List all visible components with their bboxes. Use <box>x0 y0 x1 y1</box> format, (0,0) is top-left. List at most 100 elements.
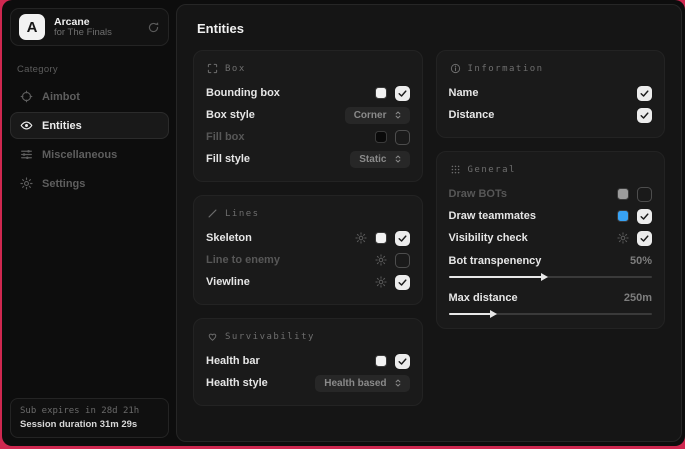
refresh-icon[interactable] <box>147 21 160 34</box>
subscription-info-card: Sub expires in 28d 21h Session duration … <box>10 398 169 438</box>
fill-box-checkbox[interactable] <box>395 130 410 145</box>
information-section-card: Information Name Distance <box>436 50 666 138</box>
sidebar-item-label: Aimbot <box>42 91 80 103</box>
section-title: General <box>468 165 516 175</box>
slider-thumb[interactable] <box>541 273 548 281</box>
setting-row-draw-bots: Draw BOTs <box>449 183 653 205</box>
gear-icon <box>20 177 33 190</box>
sidebar-item-entities[interactable]: Entities <box>10 112 169 139</box>
setting-label: Distance <box>449 109 495 121</box>
lines-section-card: Lines Skeleton Line to en <box>193 195 423 305</box>
corner-brackets-icon <box>207 63 218 74</box>
setting-label: Name <box>449 87 479 99</box>
app-window: A Arcane for The Finals Category Aimbot … <box>2 0 685 446</box>
page-title: Entities <box>197 21 665 36</box>
sidebar-item-aimbot[interactable]: Aimbot <box>10 83 169 110</box>
dropdown-value: Corner <box>354 110 387 121</box>
general-section-card: General Draw BOTs Draw teammates <box>436 151 666 329</box>
health-bar-checkbox[interactable] <box>395 354 410 369</box>
slider-label: Max distance <box>449 292 518 304</box>
bot-transparency-slider-group: Bot transpenency 50% <box>449 252 653 278</box>
dropdown-value: Static <box>359 154 386 165</box>
visibility-check-checkbox[interactable] <box>637 231 652 246</box>
color-swatch[interactable] <box>375 87 387 99</box>
bounding-box-checkbox[interactable] <box>395 86 410 101</box>
setting-label: Health bar <box>206 355 260 367</box>
line-to-enemy-checkbox[interactable] <box>395 253 410 268</box>
slider-value: 250m <box>624 292 652 304</box>
setting-label: Fill style <box>206 153 250 165</box>
color-swatch[interactable] <box>617 188 629 200</box>
sidebar-item-label: Miscellaneous <box>42 149 117 161</box>
section-title: Lines <box>225 209 260 219</box>
gear-icon[interactable] <box>375 254 387 266</box>
fill-style-dropdown[interactable]: Static <box>350 151 409 168</box>
draw-bots-checkbox[interactable] <box>637 187 652 202</box>
setting-label: Box style <box>206 109 255 121</box>
setting-label: Visibility check <box>449 232 528 244</box>
skeleton-checkbox[interactable] <box>395 231 410 246</box>
setting-row-health-style: Health style Health based <box>206 372 410 394</box>
sidebar-item-label: Entities <box>42 120 82 132</box>
heart-icon <box>207 331 218 342</box>
category-label: Category <box>17 64 169 75</box>
setting-row-viewline: Viewline <box>206 271 410 293</box>
color-swatch[interactable] <box>617 210 629 222</box>
slider-value: 50% <box>630 255 652 267</box>
setting-row-draw-teammates: Draw teammates <box>449 205 653 227</box>
setting-row-bounding-box: Bounding box <box>206 82 410 104</box>
setting-label: Viewline <box>206 276 250 288</box>
health-style-dropdown[interactable]: Health based <box>315 375 409 392</box>
setting-label: Bounding box <box>206 87 280 99</box>
max-distance-slider-group: Max distance 250m <box>449 289 653 315</box>
section-title: Box <box>225 64 246 74</box>
color-swatch[interactable] <box>375 131 387 143</box>
distance-checkbox[interactable] <box>637 108 652 123</box>
setting-row-visibility-check: Visibility check <box>449 227 653 249</box>
sub-expiry-text: Sub expires in 28d 21h <box>20 406 159 416</box>
session-duration-text: Session duration 31m 29s <box>20 419 159 430</box>
setting-label: Skeleton <box>206 232 252 244</box>
survivability-section-card: Survivability Health bar Health style <box>193 318 423 406</box>
dropdown-value: Health based <box>324 378 386 389</box>
box-section-card: Box Bounding box Box style <box>193 50 423 182</box>
gear-icon[interactable] <box>355 232 367 244</box>
setting-row-name: Name <box>449 82 653 104</box>
eye-icon <box>20 119 33 132</box>
line-icon <box>207 208 218 219</box>
setting-row-skeleton: Skeleton <box>206 227 410 249</box>
sidebar-item-miscellaneous[interactable]: Miscellaneous <box>10 141 169 168</box>
chevron-up-down-icon <box>393 110 403 120</box>
gear-icon[interactable] <box>617 232 629 244</box>
viewline-checkbox[interactable] <box>395 275 410 290</box>
info-icon <box>450 63 461 74</box>
sliders-icon <box>20 148 33 161</box>
section-title: Information <box>468 64 544 74</box>
app-subtitle: for The Finals <box>54 28 138 39</box>
max-distance-slider[interactable] <box>449 313 653 315</box>
setting-row-fill-style: Fill style Static <box>206 148 410 170</box>
draw-teammates-checkbox[interactable] <box>637 209 652 224</box>
section-title: Survivability <box>225 332 315 342</box>
setting-label: Fill box <box>206 131 245 143</box>
app-name: Arcane <box>54 16 138 28</box>
grid-icon <box>450 164 461 175</box>
sidebar-item-label: Settings <box>42 178 85 190</box>
gear-icon[interactable] <box>375 276 387 288</box>
name-checkbox[interactable] <box>637 86 652 101</box>
setting-row-distance: Distance <box>449 104 653 126</box>
chevron-up-down-icon <box>393 154 403 164</box>
setting-label: Draw BOTs <box>449 188 507 200</box>
chevron-up-down-icon <box>393 378 403 388</box>
color-swatch[interactable] <box>375 232 387 244</box>
box-style-dropdown[interactable]: Corner <box>345 107 410 124</box>
slider-thumb[interactable] <box>490 310 497 318</box>
app-logo-card: A Arcane for The Finals <box>10 8 169 46</box>
bot-transparency-slider[interactable] <box>449 276 653 278</box>
sidebar-item-settings[interactable]: Settings <box>10 170 169 197</box>
color-swatch[interactable] <box>375 355 387 367</box>
setting-row-health-bar: Health bar <box>206 350 410 372</box>
setting-label: Line to enemy <box>206 254 280 266</box>
slider-label: Bot transpenency <box>449 255 542 267</box>
sidebar: A Arcane for The Finals Category Aimbot … <box>2 0 177 446</box>
